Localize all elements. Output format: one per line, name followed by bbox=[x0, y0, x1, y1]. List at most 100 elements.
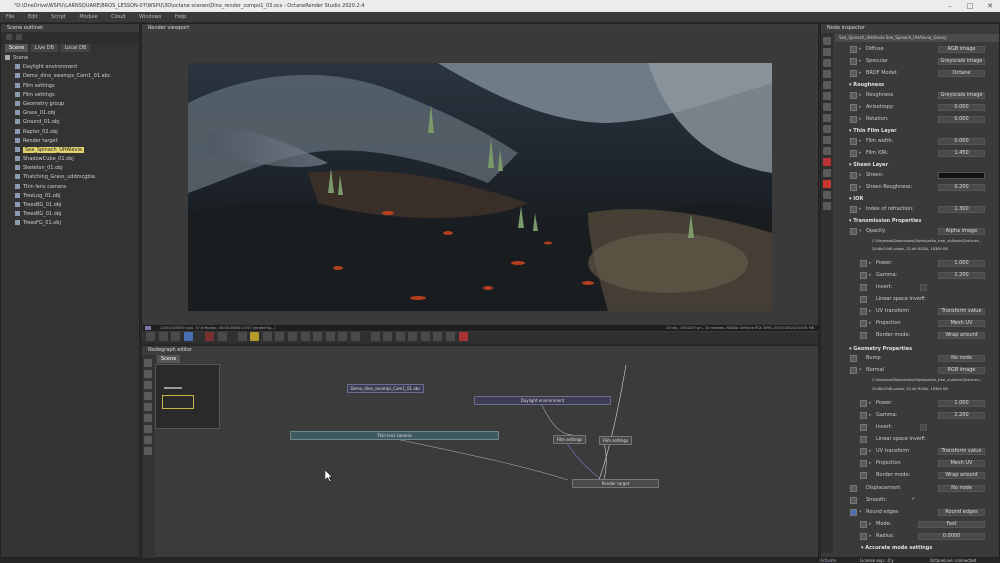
expand-all-icon[interactable] bbox=[823, 48, 831, 56]
smooth-checkbox[interactable]: ✓ bbox=[910, 497, 917, 504]
settings-icon[interactable] bbox=[823, 125, 831, 133]
round-radius-row[interactable]: ▸ Radius: 0.0000 bbox=[857, 532, 990, 541]
node-abc-camera[interactable]: Demo_dino_swamps_Cam1_01.abc bbox=[347, 384, 424, 393]
opacity-uv-transform-row[interactable]: ▸ UV transform Transform value bbox=[857, 307, 990, 316]
tree-item[interactable]: ShadowCube_01.obj bbox=[5, 155, 139, 164]
move-icon[interactable] bbox=[420, 332, 430, 341]
record-icon[interactable] bbox=[458, 332, 468, 341]
tree-item[interactable]: Geometry group bbox=[5, 100, 139, 109]
anisotropy-row[interactable]: ▸ Anisotropy: 0.000 bbox=[847, 103, 990, 112]
displacement-row[interactable]: Displacement No node bbox=[847, 484, 990, 493]
mix-icon[interactable] bbox=[823, 147, 831, 155]
opacity-gamma-row[interactable]: ▸ Gamma: 2.200 bbox=[857, 271, 990, 280]
menu-windows[interactable]: Windows bbox=[133, 12, 167, 22]
collapse-icon[interactable] bbox=[823, 59, 831, 67]
volume-icon[interactable] bbox=[823, 169, 831, 177]
film-region-icon[interactable] bbox=[300, 332, 310, 341]
info-icon[interactable] bbox=[823, 202, 831, 210]
clay-mode-icon[interactable] bbox=[313, 332, 323, 341]
menu-module[interactable]: Module bbox=[73, 12, 103, 22]
opacity-linear-invert-row[interactable]: Linear space invert: ✓ bbox=[857, 295, 990, 304]
node-film-settings-1[interactable]: Film settings bbox=[553, 435, 586, 444]
node-film-settings-2[interactable]: Film settings bbox=[599, 436, 632, 445]
tab-scene[interactable]: Scene bbox=[5, 44, 29, 52]
maximize-button[interactable]: □ bbox=[960, 0, 980, 12]
ior-row[interactable]: ▸ Index of refraction: 1.300 bbox=[847, 205, 990, 214]
expand-icon[interactable] bbox=[15, 34, 22, 40]
invert-checkbox[interactable] bbox=[920, 424, 927, 431]
picker-icon[interactable] bbox=[287, 332, 297, 341]
tree-item[interactable]: Thatching_Grass_uddmcgbia bbox=[5, 173, 139, 182]
linear-invert-checkbox[interactable]: ✓ bbox=[920, 296, 927, 303]
film-ior-row[interactable]: ▸ Film IOR: 1.450 bbox=[847, 149, 990, 158]
section-transmission[interactable]: ▾ Transmission Properties bbox=[849, 217, 989, 226]
section-geometry[interactable]: ▾ Geometry Properties bbox=[849, 345, 989, 354]
section-roughness[interactable]: ▾ Roughness bbox=[849, 81, 989, 90]
tree-item[interactable]: Raptor_02.obj bbox=[5, 128, 139, 137]
smooth-row[interactable]: Smooth: ✓ bbox=[847, 496, 990, 505]
section-ior[interactable]: ▾ IOR bbox=[849, 195, 989, 204]
reset-icon[interactable] bbox=[146, 332, 155, 341]
focus-icon[interactable] bbox=[183, 332, 193, 341]
tree-item[interactable]: Daylight environment bbox=[5, 63, 139, 72]
camera-icon[interactable] bbox=[171, 332, 181, 341]
diffuse-row[interactable]: ▸ Diffuse RGB image bbox=[847, 45, 990, 54]
sheen-row[interactable]: ▸ Sheen: bbox=[847, 171, 990, 180]
subsample-icon[interactable] bbox=[338, 332, 348, 341]
linear-invert-checkbox[interactable]: ✓ bbox=[920, 436, 927, 443]
round-mode-row[interactable]: ▸ Mode: Fast bbox=[857, 520, 990, 529]
tree-item[interactable]: Skeleton_01.obj bbox=[5, 164, 139, 173]
tab-live-db[interactable]: Live DB bbox=[30, 44, 58, 52]
sheen-roughness-row[interactable]: ▸ Sheen Roughness: 0.200 bbox=[847, 183, 990, 192]
tree-item[interactable]: Grass_01.obj bbox=[5, 109, 139, 118]
invert-checkbox[interactable] bbox=[920, 284, 927, 291]
lock-icon[interactable] bbox=[158, 332, 168, 341]
zoom-icon[interactable] bbox=[370, 332, 380, 341]
restart-icon[interactable] bbox=[217, 332, 227, 341]
object-icon[interactable] bbox=[823, 92, 831, 100]
opacity-border-mode-row[interactable]: Border mode: Wrap around bbox=[857, 331, 990, 340]
normal-invert-row[interactable]: Invert: bbox=[857, 423, 990, 432]
lock-res-icon[interactable] bbox=[325, 332, 335, 341]
refresh-icon[interactable] bbox=[6, 34, 12, 40]
tree-item[interactable]: Film settings bbox=[5, 82, 139, 91]
round-edges-row[interactable]: ▾ Round edges Round edges bbox=[847, 508, 990, 517]
decal-icon[interactable] bbox=[350, 332, 360, 341]
stop-icon[interactable] bbox=[205, 332, 215, 341]
node-daylight-environment[interactable]: Daylight environment bbox=[474, 396, 611, 405]
texture-icon[interactable] bbox=[823, 136, 831, 144]
normal-linear-invert-row[interactable]: Linear space invert: ✓ bbox=[857, 435, 990, 444]
tree-item[interactable]: Film settings bbox=[5, 91, 139, 100]
normal-row[interactable]: ▾ Normal RGB image bbox=[847, 366, 990, 375]
bump-row[interactable]: Bump No node bbox=[847, 354, 990, 363]
film-width-row[interactable]: ▸ Film width: 0.000 bbox=[847, 137, 990, 146]
roughness-row[interactable]: ▸ Roughness Greyscale image bbox=[847, 91, 990, 100]
opacity-row[interactable]: ▾ Opacity Alpha image bbox=[847, 227, 990, 236]
tree-item[interactable]: TreeLog_01.obj bbox=[5, 192, 139, 201]
paint-icon[interactable] bbox=[823, 103, 831, 111]
save-icon[interactable] bbox=[262, 332, 272, 341]
render-image[interactable] bbox=[188, 63, 772, 311]
tree-item[interactable]: Ground_01.obj bbox=[5, 118, 139, 127]
tree-item[interactable]: Render target bbox=[5, 137, 139, 146]
camera-icon[interactable] bbox=[823, 191, 831, 199]
tree-item[interactable]: TreesFG_01.obj bbox=[5, 219, 139, 228]
light-icon[interactable] bbox=[823, 114, 831, 122]
pan-icon[interactable] bbox=[395, 332, 405, 341]
tree-item[interactable]: Thin lens camera bbox=[5, 183, 139, 192]
rotation-row[interactable]: ▸ Rotation: 0.000 bbox=[847, 115, 990, 124]
tree-item-selected[interactable]: Sea_Spinach_UHAlevia bbox=[5, 146, 139, 155]
tree-item-scene[interactable]: Scene bbox=[5, 54, 139, 63]
menu-script[interactable]: Script bbox=[45, 12, 72, 22]
tree-item[interactable]: Demo_dino_swamps_Cam1_01.abc bbox=[5, 72, 139, 81]
tree-item[interactable]: TreesBG_01.obj bbox=[5, 210, 139, 219]
render-icon[interactable] bbox=[823, 81, 831, 89]
menu-cloud[interactable]: Cloud bbox=[105, 12, 131, 22]
minimize-button[interactable]: – bbox=[940, 0, 960, 12]
material-selector[interactable]: Sea_Spinach_UHAlevia Sea_Spinach_UHAlevi… bbox=[835, 34, 999, 42]
world-icon[interactable] bbox=[433, 332, 443, 341]
sheen-color-swatch[interactable] bbox=[938, 172, 985, 179]
close-button[interactable]: ✕ bbox=[980, 0, 1000, 12]
opacity-power-row[interactable]: ▸ Power: 1.000 bbox=[857, 259, 990, 268]
material-ball-icon[interactable] bbox=[823, 180, 831, 188]
